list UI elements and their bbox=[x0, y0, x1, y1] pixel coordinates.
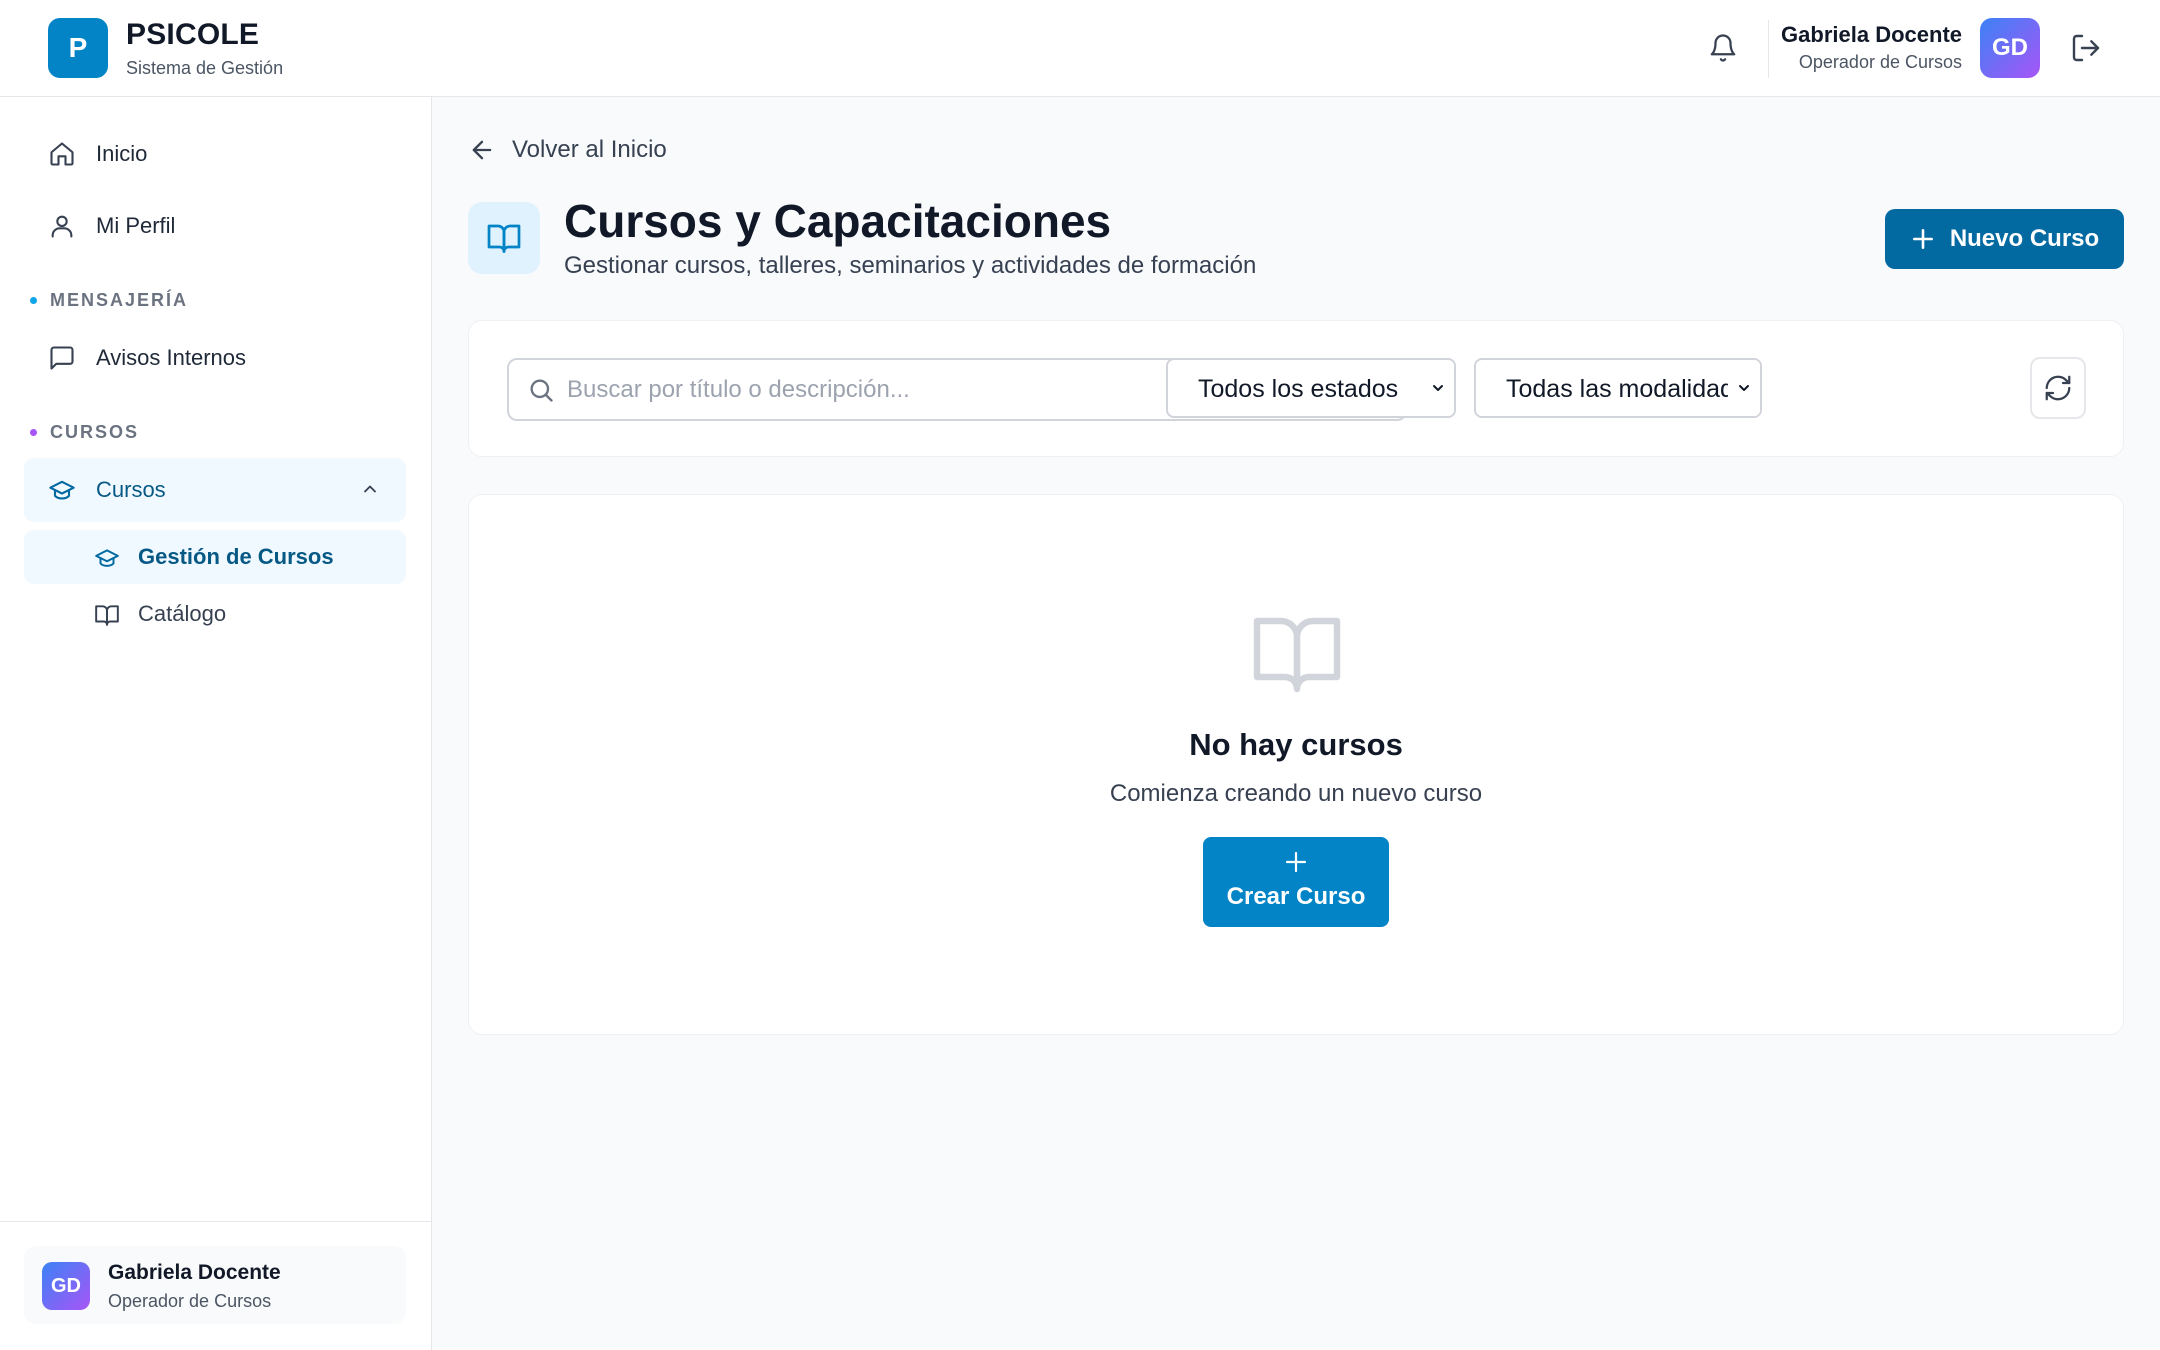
book-open-icon bbox=[1253, 617, 1341, 693]
sidebar-user-name: Gabriela Docente bbox=[108, 1261, 281, 1284]
section-label-mensajeria: MENSAJERÍA bbox=[30, 290, 188, 311]
page-title: Cursos y Capacitaciones bbox=[564, 195, 1112, 247]
sidebar-group-cursos[interactable]: Cursos bbox=[24, 458, 406, 522]
home-icon bbox=[50, 142, 74, 166]
sidebar-footer: GD Gabriela Docente Operador de Cursos bbox=[0, 1221, 431, 1350]
page-subtitle: Gestionar cursos, talleres, seminarios y… bbox=[564, 252, 1257, 279]
header-user-role: Operador de Cursos bbox=[1798, 52, 1962, 72]
filters-card: Todos los estados Todas las modalidades bbox=[468, 320, 2124, 457]
new-course-button[interactable]: Nuevo Curso bbox=[1885, 209, 2124, 269]
avatar: GD bbox=[42, 1262, 90, 1310]
sidebar-group-label: Cursos bbox=[96, 477, 166, 502]
sidebar-user-card[interactable]: GD Gabriela Docente Operador de Cursos bbox=[24, 1246, 406, 1324]
section-dot bbox=[30, 297, 37, 304]
empty-state-title: No hay cursos bbox=[1189, 727, 1403, 762]
new-course-button-label: Nuevo Curso bbox=[1949, 225, 2100, 252]
chevron-down-icon bbox=[1728, 360, 1760, 416]
section-label-text: MENSAJERÍA bbox=[50, 290, 189, 310]
sidebar-item-inicio[interactable]: Inicio bbox=[24, 123, 406, 185]
sidebar-subitem-gestion-de-cursos[interactable]: Gestión de Cursos bbox=[24, 530, 406, 584]
book-open-icon bbox=[95, 605, 119, 626]
app-logo[interactable]: P bbox=[48, 18, 108, 78]
sidebar-item-label: Inicio bbox=[96, 141, 148, 166]
search-icon bbox=[530, 379, 553, 402]
empty-state-card: No hay cursos Comienza creando un nuevo … bbox=[468, 494, 2124, 1035]
modality-select[interactable]: Todas las modalidades bbox=[1474, 358, 1762, 418]
refresh-button[interactable] bbox=[2030, 357, 2086, 419]
arrow-left-icon bbox=[472, 140, 492, 160]
logout-icon[interactable] bbox=[2070, 32, 2102, 64]
sidebar-subitem-label: Gestión de Cursos bbox=[138, 544, 334, 569]
message-square-icon bbox=[50, 346, 74, 370]
bell-icon[interactable] bbox=[1708, 33, 1738, 63]
sidebar-item-label: Avisos Internos bbox=[96, 345, 247, 370]
app-name: PSICOLE bbox=[126, 18, 260, 51]
chevron-down-icon bbox=[1422, 360, 1454, 416]
header-avatar[interactable]: GD bbox=[1980, 18, 2040, 78]
graduation-cap-icon bbox=[95, 549, 119, 567]
status-select-value: Todos los estados bbox=[1198, 375, 1399, 403]
sidebar-item-label: Mi Perfil bbox=[96, 213, 176, 238]
book-open-icon bbox=[468, 202, 540, 274]
refresh-icon bbox=[2045, 375, 2071, 401]
section-label-cursos: CURSOS bbox=[30, 422, 139, 443]
sidebar-item-avisos-internos[interactable]: Avisos Internos bbox=[24, 327, 406, 389]
chevron-up-icon[interactable] bbox=[360, 479, 380, 499]
sidebar-subitem-label: Catálogo bbox=[138, 601, 227, 626]
back-link-label: Volver al Inicio bbox=[512, 136, 667, 163]
sidebar: Inicio Mi Perfil MENSAJERÍA Avisos Inter… bbox=[0, 97, 432, 1350]
plus-icon bbox=[1285, 851, 1307, 873]
user-icon bbox=[51, 215, 73, 238]
section-dot bbox=[30, 429, 37, 436]
header-user-name: Gabriela Docente bbox=[1781, 22, 1962, 47]
top-header: P PSICOLE Sistema de Gestión Gabriela Do… bbox=[0, 0, 2160, 97]
create-course-button-label: Crear Curso bbox=[1226, 883, 1366, 910]
create-course-button[interactable]: Crear Curso bbox=[1203, 837, 1389, 927]
section-label-text: CURSOS bbox=[50, 422, 140, 442]
sidebar-subitem-catalogo[interactable]: Catálogo bbox=[24, 587, 406, 641]
header-divider bbox=[1768, 20, 1769, 78]
app-subtitle: Sistema de Gestión bbox=[126, 58, 284, 78]
empty-state-description: Comienza creando un nuevo curso bbox=[1109, 780, 1483, 807]
sidebar-user-role: Operador de Cursos bbox=[108, 1291, 272, 1311]
status-select[interactable]: Todos los estados bbox=[1166, 358, 1456, 418]
plus-icon bbox=[1912, 229, 1933, 249]
back-link[interactable]: Volver al Inicio bbox=[468, 136, 667, 164]
modality-select-value: Todas las modalidades bbox=[1506, 375, 1761, 403]
graduation-cap-icon bbox=[49, 480, 75, 500]
sidebar-item-mi-perfil[interactable]: Mi Perfil bbox=[24, 195, 406, 257]
